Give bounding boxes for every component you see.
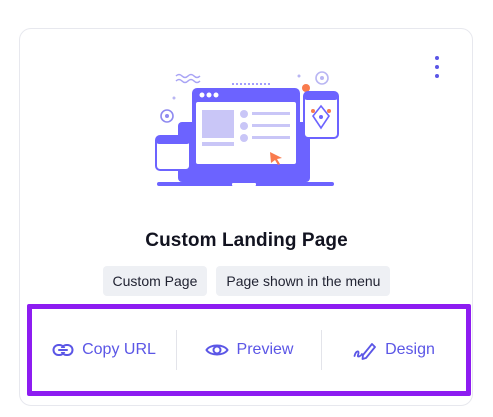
card-title: Custom Landing Page [145, 230, 348, 251]
action-bar: Copy URL Preview Design [27, 304, 471, 396]
eye-icon [204, 342, 229, 358]
more-vertical-icon[interactable] [426, 52, 448, 82]
link-icon [52, 343, 74, 357]
landing-page-illustration [155, 71, 339, 186]
preview-button[interactable]: Preview [177, 330, 321, 370]
copy-url-button[interactable]: Copy URL [32, 330, 176, 370]
copy-url-label: Copy URL [82, 341, 156, 358]
design-button[interactable]: Design [322, 330, 466, 370]
tag-list: Custom Page Page shown in the menu [0, 266, 493, 296]
pen-icon [353, 340, 377, 360]
tag-page-shown-in-menu: Page shown in the menu [216, 266, 391, 296]
design-label: Design [385, 341, 435, 358]
preview-label: Preview [236, 341, 294, 358]
tag-custom-page: Custom Page [102, 266, 208, 296]
